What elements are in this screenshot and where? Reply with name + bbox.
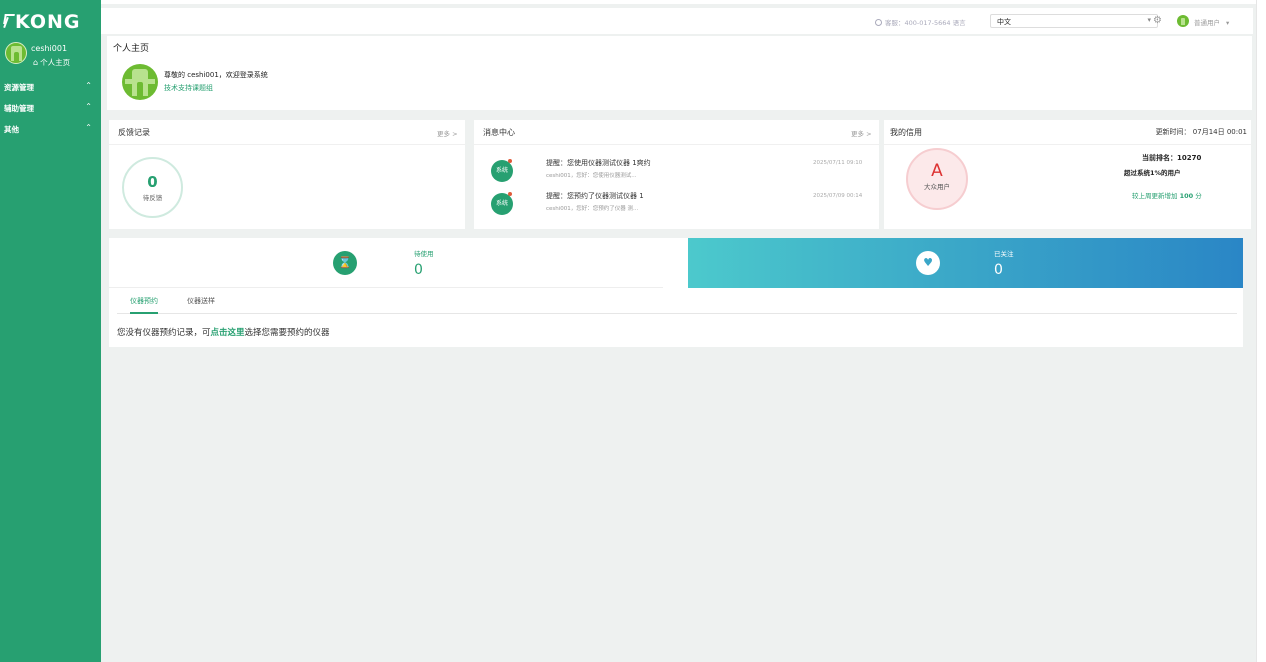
header-avatar[interactable] [1177,15,1189,27]
sidebar-item-label: 辅助管理 [4,104,34,113]
empty-booking-message: 您没有仪器预约记录，可点击这里选择您需要预约的仪器 [117,326,330,338]
messages-more-link[interactable]: 更多 > [851,128,872,138]
credit-card: 我的信用 更新时间： 07月14日 00:01 A 大众用户 当前排名：1027… [884,120,1251,229]
language-select[interactable]: 中文 ▾ [990,14,1158,28]
credit-level: 大众用户 [924,183,950,191]
headset-icon [875,19,882,26]
credit-grade: A [931,161,943,181]
sidebar-home-link[interactable]: ⌂ 个人主页 [33,57,70,68]
pending-value: 0 [414,262,423,278]
sidebar-item-assist[interactable]: 辅助管理 ⌃ [4,102,96,114]
unread-dot [508,159,512,163]
increase-value: 100 [1179,192,1194,200]
message-center-title: 消息中心 [483,128,515,137]
feedback-card: 反馈记录 更多 > 0 待反馈 [109,120,465,229]
logo[interactable]: KONG [4,11,81,33]
service-info: 客服：400-017-5664 语言 [875,17,966,27]
credit-title: 我的信用 [890,128,922,137]
followed-label: 已关注 [994,250,1014,258]
increase-suffix: 分 [1193,192,1202,200]
current-rank: 当前排名：10270 [1142,154,1202,162]
message-subtitle: ceshi001，您好：您使用仪器测试... [546,173,637,179]
user-menu[interactable]: 普通用户 ▾ [1194,17,1229,27]
feedback-title: 反馈记录 [118,128,150,137]
feedback-label: 待反馈 [142,194,163,202]
home-icon: ⌂ [33,58,39,67]
system-badge: 系统 [491,193,513,215]
credit-grade-circle: A 大众用户 [906,148,968,210]
message-title: 提醒：您预约了仪器测试仪器 1 [546,192,644,200]
chevron-up-icon: ⌃ [85,81,92,90]
gear-icon[interactable]: ⚙ [1153,15,1162,26]
booking-card: ⌛ 待使用 0 ♥ 已关注 0 仪器预约 仪器送样 您没有仪器预约记录，可点击这… [109,238,1243,347]
pending-label: 待使用 [414,250,434,258]
tab-sample-delivery[interactable]: 仪器送样 [187,296,215,312]
sidebar-username: ceshi001 [31,44,68,53]
language-value: 中文 [997,18,1011,26]
booking-tabs: 仪器预约 仪器送样 [117,291,1237,314]
tab-instrument-booking[interactable]: 仪器预约 [130,296,158,314]
divider [884,144,1251,145]
message-item[interactable]: 系统 提醒：您使用仪器测试仪器 1爽约 ceshi001，您好：您使用仪器测试.… [474,156,879,186]
sidebar-avatar[interactable] [5,42,27,64]
top-header: 客服：400-017-5664 语言 中文 ▾ ⚙ 普通用户 ▾ [101,8,1253,34]
message-item[interactable]: 系统 提醒：您预约了仪器测试仪器 1 ceshi001，您好：您预约了仪器 测.… [474,190,879,220]
feedback-count: 0 [147,173,158,191]
heart-icon: ♥ [916,251,940,275]
feedback-more-link[interactable]: 更多 > [437,128,458,138]
chevron-down-icon: ▾ [1147,16,1151,24]
empty-suffix: 选择您需要预约的仪器 [244,328,330,338]
system-badge: 系统 [491,160,513,182]
increase-prefix: 较上周更新增加 [1132,192,1180,200]
logo-mark-icon [4,13,14,29]
browser-tab-strip [0,0,1266,4]
credit-updated-time: 更新时间： 07月14日 00:01 [1155,128,1247,136]
chevron-up-icon: ⌃ [85,102,92,111]
chevron-up-icon: ⌃ [85,123,92,132]
message-time: 2025/07/09 00:14 [813,193,863,199]
sidebar-item-label: 其他 [4,125,19,134]
sidebar-home-label: 个人主页 [40,58,71,67]
sidebar: KONG ceshi001 ⌂ 个人主页 资源管理 ⌃ 辅助管理 ⌃ 其他 ⌃ [0,0,101,662]
chevron-down-icon: ▾ [1226,19,1230,27]
page-title: 个人主页 [113,44,150,54]
message-center-card: 消息中心 更多 > 系统 提醒：您使用仪器测试仪器 1爽约 ceshi001，您… [474,120,879,229]
message-time: 2025/07/11 09:10 [813,160,863,166]
hourglass-icon: ⌛ [333,251,357,275]
pending-use-panel[interactable]: ⌛ 待使用 0 [109,238,663,288]
profile-avatar [122,64,158,100]
tech-support-link[interactable]: 技术支持课题组 [164,83,213,93]
message-title: 提醒：您使用仪器测试仪器 1爽约 [546,159,651,167]
unread-dot [508,192,512,196]
user-role-label: 普通用户 [1194,19,1220,27]
sidebar-item-resource[interactable]: 资源管理 ⌃ [4,81,96,93]
user-avatar-icon [11,46,22,61]
sidebar-item-label: 资源管理 [4,83,34,92]
weekly-increase: 较上周更新增加 100 分 [1132,190,1202,200]
service-text: 客服：400-017-5664 语言 [885,19,966,27]
surpass-text: 超过系统1%的用户 [1124,169,1181,177]
followed-value: 0 [994,262,1003,278]
divider [109,144,465,145]
logo-text: KONG [15,11,81,33]
user-avatar-icon [125,69,155,96]
browser-side-panel [1256,0,1266,662]
divider [474,144,879,145]
followed-panel[interactable]: ♥ 已关注 0 [688,238,1243,288]
empty-prefix: 您没有仪器预约记录，可 [117,328,211,338]
profile-card: 个人主页 尊敬的 ceshi001，欢迎登录系统 技术支持课题组 [107,36,1252,110]
feedback-count-circle[interactable]: 0 待反馈 [122,157,183,218]
click-here-link[interactable]: 点击这里 [211,328,245,338]
sidebar-item-other[interactable]: 其他 ⌃ [4,123,96,135]
message-subtitle: ceshi001，您好：您预约了仪器 测... [546,206,639,212]
welcome-text: 尊敬的 ceshi001，欢迎登录系统 [164,71,268,79]
